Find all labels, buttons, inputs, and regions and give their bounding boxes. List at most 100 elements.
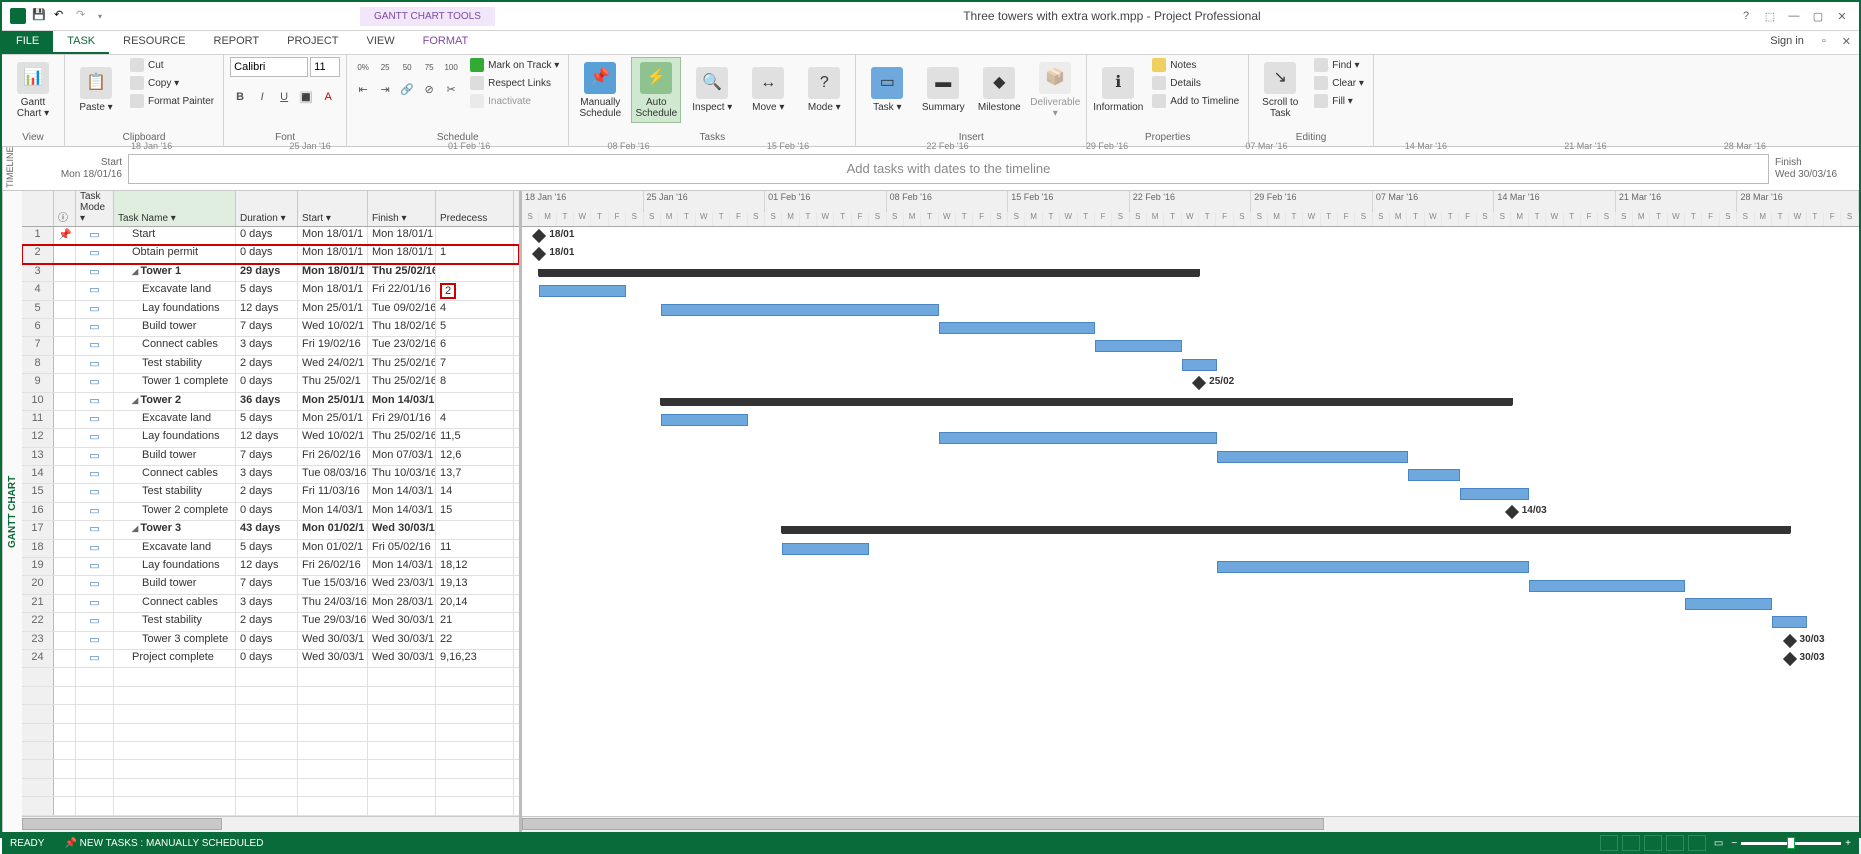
ribbon-display-icon[interactable]: ⬚ [1763, 10, 1777, 23]
view-team-planner-icon[interactable] [1644, 835, 1662, 851]
mode-cell[interactable]: ▭ [76, 650, 114, 667]
duration-cell[interactable]: 7 days [236, 448, 298, 465]
copy-button[interactable]: Copy ▾ [127, 75, 217, 91]
name-cell[interactable]: Test stability [114, 484, 236, 501]
info-cell[interactable] [54, 301, 76, 318]
font-name-select[interactable] [230, 57, 308, 77]
unlink-tasks-button[interactable]: ⊘ [419, 79, 439, 99]
row-number[interactable]: 13 [22, 448, 54, 465]
start-cell[interactable]: Tue 29/03/16 [298, 613, 368, 630]
task-bar[interactable] [1217, 561, 1530, 573]
pred-cell[interactable]: 5 [436, 319, 514, 336]
row-number[interactable]: 3 [22, 264, 54, 281]
mode-cell[interactable]: ▭ [76, 356, 114, 373]
task-row[interactable]: 11▭Excavate land5 daysMon 25/01/1Fri 29/… [22, 411, 519, 429]
pred-cell[interactable] [436, 393, 514, 410]
task-insert-button[interactable]: ▭Task ▾ [862, 57, 912, 123]
milestone-marker[interactable] [532, 229, 546, 243]
start-cell[interactable]: Fri 26/02/16 [298, 448, 368, 465]
row-number[interactable]: 22 [22, 613, 54, 630]
info-cell[interactable] [54, 337, 76, 354]
start-cell[interactable]: Mon 18/01/1 [298, 282, 368, 299]
pred-cell[interactable]: 4 [436, 301, 514, 318]
task-row[interactable]: 12▭Lay foundations12 daysWed 10/02/1Thu … [22, 429, 519, 447]
task-row[interactable]: 3▭Tower 129 daysMon 18/01/1Thu 25/02/16 [22, 264, 519, 282]
bold-button[interactable]: B [230, 87, 250, 107]
pred-cell[interactable]: 4 [436, 411, 514, 428]
task-row[interactable]: 22▭Test stability2 daysTue 29/03/16Wed 3… [22, 613, 519, 631]
milestone-marker[interactable] [1505, 505, 1519, 519]
fill-color-button[interactable]: 🔳 [296, 87, 316, 107]
info-cell[interactable] [54, 429, 76, 446]
empty-row[interactable] [22, 779, 519, 797]
inactivate-button[interactable]: Inactivate [467, 93, 562, 109]
view-gantt-icon[interactable] [1600, 835, 1618, 851]
summary-bar[interactable] [782, 526, 1789, 534]
qat-dropdown-icon[interactable]: ▾ [98, 12, 102, 21]
start-cell[interactable]: Mon 01/02/1 [298, 521, 368, 538]
info-cell[interactable] [54, 245, 76, 262]
start-cell[interactable]: Fri 11/03/16 [298, 484, 368, 501]
inspect-button[interactable]: 🔍Inspect ▾ [687, 57, 737, 123]
undo-icon[interactable]: ↶ [54, 8, 70, 24]
task-row[interactable]: 10▭Tower 236 daysMon 25/01/1Mon 14/03/1 [22, 393, 519, 411]
info-cell[interactable] [54, 448, 76, 465]
row-number[interactable]: 21 [22, 595, 54, 612]
font-size-select[interactable] [310, 57, 340, 77]
cut-button[interactable]: Cut [127, 57, 217, 73]
pred-cell[interactable]: 9,16,23 [436, 650, 514, 667]
name-cell[interactable]: Build tower [114, 576, 236, 593]
info-cell[interactable] [54, 650, 76, 667]
clear-button[interactable]: Clear ▾ [1311, 75, 1367, 91]
task-row[interactable]: 13▭Build tower7 daysFri 26/02/16Mon 07/0… [22, 448, 519, 466]
start-cell[interactable]: Wed 24/02/1 [298, 356, 368, 373]
timeline-body[interactable]: 18 Jan '1625 Jan '1601 Feb '1608 Feb '16… [128, 154, 1769, 184]
task-bar[interactable] [661, 304, 939, 316]
info-cell[interactable] [54, 558, 76, 575]
view-report-icon[interactable] [1688, 835, 1706, 851]
name-cell[interactable]: Build tower [114, 319, 236, 336]
zoom-plus-icon[interactable]: + [1845, 838, 1851, 849]
start-cell[interactable]: Mon 25/01/1 [298, 393, 368, 410]
pred-cell[interactable]: 22 [436, 632, 514, 649]
mode-cell[interactable]: ▭ [76, 632, 114, 649]
finish-cell[interactable]: Fri 22/01/16 [368, 282, 436, 299]
name-cell[interactable]: Excavate land [114, 540, 236, 557]
task-bar[interactable] [939, 322, 1095, 334]
save-icon[interactable]: 💾 [32, 8, 48, 24]
col-rownum[interactable] [22, 191, 54, 226]
task-bar[interactable] [939, 432, 1217, 444]
start-cell[interactable]: Mon 25/01/1 [298, 411, 368, 428]
task-row[interactable]: 19▭Lay foundations12 daysFri 26/02/16Mon… [22, 558, 519, 576]
finish-cell[interactable]: Wed 30/03/1 [368, 650, 436, 667]
row-number[interactable]: 15 [22, 484, 54, 501]
task-row[interactable]: 2▭Obtain permit0 daysMon 18/01/1Mon 18/0… [22, 245, 519, 263]
empty-row[interactable] [22, 724, 519, 742]
empty-row[interactable] [22, 705, 519, 723]
task-row[interactable]: 9▭Tower 1 complete0 daysThu 25/02/1Thu 2… [22, 374, 519, 392]
empty-row[interactable] [22, 742, 519, 760]
task-bar[interactable] [1685, 598, 1772, 610]
finish-cell[interactable]: Mon 28/03/1 [368, 595, 436, 612]
mode-cell[interactable]: ▭ [76, 595, 114, 612]
task-row[interactable]: 8▭Test stability2 daysWed 24/02/1Thu 25/… [22, 356, 519, 374]
name-cell[interactable]: Project complete [114, 650, 236, 667]
ribbon-collapse-icon[interactable]: ▫ [1814, 31, 1834, 54]
start-cell[interactable]: Wed 30/03/1 [298, 650, 368, 667]
duration-cell[interactable]: 0 days [236, 374, 298, 391]
pct-0-button[interactable]: 0% [353, 57, 373, 77]
mode-cell[interactable]: ▭ [76, 374, 114, 391]
name-cell[interactable]: Lay foundations [114, 429, 236, 446]
summary-bar[interactable] [539, 269, 1199, 277]
start-cell[interactable]: Mon 18/01/1 [298, 264, 368, 281]
duration-cell[interactable]: 5 days [236, 411, 298, 428]
col-finish[interactable]: Finish ▾ [368, 191, 436, 226]
row-number[interactable]: 17 [22, 521, 54, 538]
name-cell[interactable]: Lay foundations [114, 558, 236, 575]
finish-cell[interactable]: Wed 23/03/1 [368, 576, 436, 593]
task-row[interactable]: 14▭Connect cables3 daysTue 08/03/16Thu 1… [22, 466, 519, 484]
start-cell[interactable]: Wed 30/03/1 [298, 632, 368, 649]
font-color-button[interactable]: A [318, 87, 338, 107]
pred-cell[interactable]: 6 [436, 337, 514, 354]
task-bar[interactable] [1408, 469, 1460, 481]
